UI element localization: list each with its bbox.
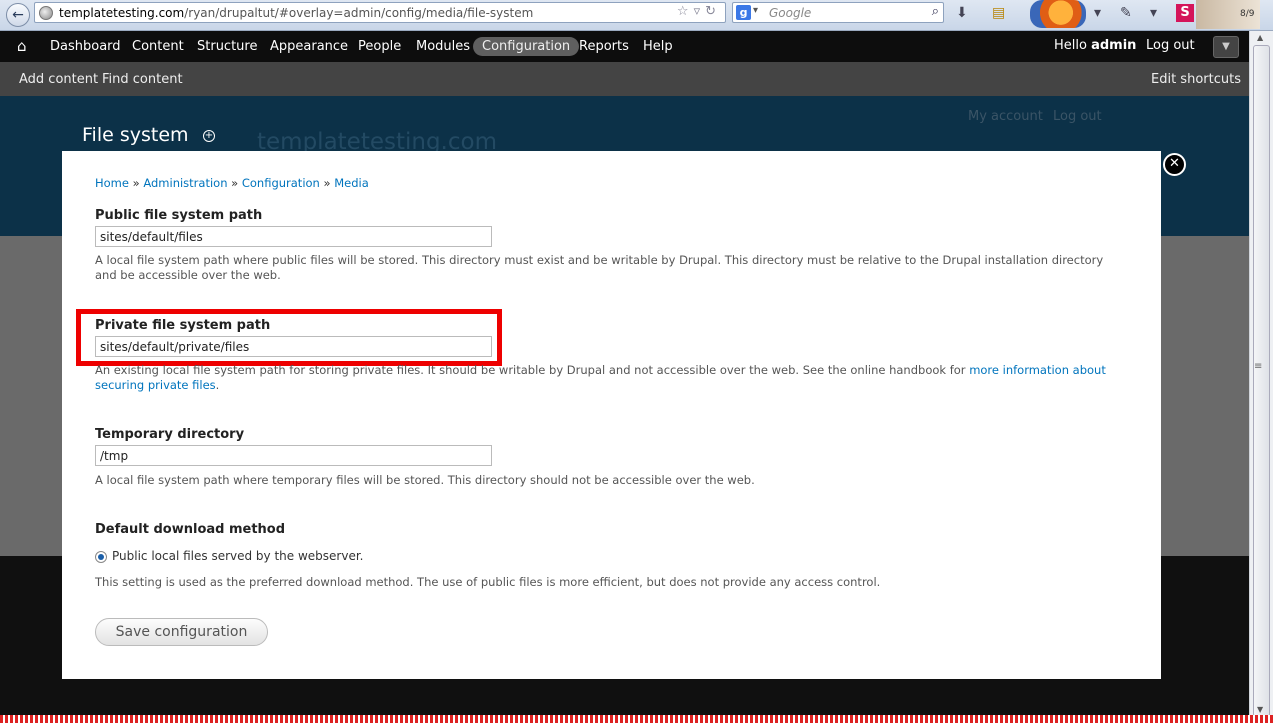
add-content-shortcut[interactable]: Add content — [19, 72, 98, 87]
private-path-label: Private file system path — [95, 318, 271, 333]
back-arrow-icon[interactable]: ← — [6, 3, 30, 27]
extension-count: 8/9 — [1240, 9, 1255, 19]
extension-menu-icon[interactable]: ▾ — [1150, 5, 1157, 21]
site-identity-icon[interactable] — [39, 6, 53, 20]
temporary-directory-label: Temporary directory — [95, 427, 245, 442]
private-path-description: An existing local file system path for s… — [95, 363, 1106, 392]
url-text[interactable]: templatetesting.com/ryan/drupaltut/#over… — [59, 6, 533, 20]
search-input[interactable]: Google — [769, 6, 811, 20]
page-title: File system — [82, 124, 189, 146]
background-my-account-link: My account — [968, 109, 1043, 124]
public-path-input[interactable] — [95, 226, 492, 247]
menu-chevron-icon[interactable]: ▾ — [1094, 5, 1101, 21]
find-content-shortcut[interactable]: Find content — [102, 72, 183, 87]
breadcrumb-media[interactable]: Media — [334, 176, 369, 190]
menu-dashboard[interactable]: Dashboard — [41, 37, 130, 56]
search-bar[interactable]: g ▾ Google ⌕ — [732, 2, 944, 23]
window-bottom-edge — [0, 715, 1273, 723]
address-bar[interactable]: templatetesting.com/ryan/drupaltut/#over… — [34, 2, 726, 23]
menu-people[interactable]: People — [349, 37, 410, 56]
scroll-grip-icon: ≡ — [1254, 361, 1263, 372]
chevron-down-icon[interactable]: ▾ — [753, 5, 758, 16]
extension-badge-icon[interactable]: S — [1176, 4, 1194, 22]
add-shortcut-icon[interactable]: + — [203, 130, 215, 142]
breadcrumb-home[interactable]: Home — [95, 176, 129, 190]
tools-icon[interactable]: ✎ — [1120, 5, 1132, 21]
username-link[interactable]: admin — [1091, 38, 1136, 53]
edit-shortcuts-link[interactable]: Edit shortcuts — [1151, 72, 1241, 87]
breadcrumb: Home » Administration » Configuration » … — [95, 176, 369, 190]
shortcuts-toggle-button[interactable]: ▼ — [1213, 36, 1239, 58]
bookmarks-icon[interactable]: ▤ — [992, 5, 1005, 21]
save-configuration-button[interactable]: Save configuration — [95, 618, 268, 646]
menu-reports[interactable]: Reports — [570, 37, 638, 56]
download-method-description: This setting is used as the preferred do… — [95, 575, 881, 589]
menu-structure[interactable]: Structure — [188, 37, 266, 56]
breadcrumb-configuration[interactable]: Configuration — [242, 176, 320, 190]
close-icon[interactable]: ✕ — [1163, 153, 1186, 176]
temporary-directory-description: A local file system path where temporary… — [95, 473, 755, 487]
admin-toolbar: ⌂ Dashboard Content Structure Appearance… — [0, 31, 1249, 62]
background-logout-link: Log out — [1053, 109, 1102, 124]
public-files-radio[interactable] — [95, 551, 107, 563]
breadcrumb-administration[interactable]: Administration — [143, 176, 227, 190]
temporary-directory-input[interactable] — [95, 445, 492, 466]
menu-help[interactable]: Help — [634, 37, 682, 56]
scroll-down-icon[interactable]: ▼ — [1257, 705, 1263, 714]
menu-configuration[interactable]: Configuration — [473, 37, 580, 56]
download-method-label: Default download method — [95, 522, 286, 537]
public-path-description: A local file system path where public fi… — [95, 253, 1104, 282]
search-engine-icon[interactable]: g — [736, 5, 751, 20]
menu-modules[interactable]: Modules — [407, 37, 479, 56]
download-icon[interactable]: ⬇ — [956, 5, 968, 21]
shortcut-bar: Add content Find content Edit shortcuts — [0, 62, 1249, 96]
menu-content[interactable]: Content — [123, 37, 193, 56]
browser-toolbar: ← templatetesting.com/ryan/drupaltut/#ov… — [0, 0, 1273, 31]
menu-appearance[interactable]: Appearance — [261, 37, 357, 56]
logout-link[interactable]: Log out — [1146, 38, 1195, 53]
scrollbar[interactable]: ▲ ≡ ▼ — [1249, 31, 1273, 717]
public-path-label: Public file system path — [95, 208, 263, 223]
user-greeting: Hello admin — [1054, 38, 1137, 53]
bookmark-star-icon[interactable]: ☆▿↻ — [677, 4, 721, 19]
home-icon[interactable]: ⌂ — [17, 37, 27, 55]
scroll-up-icon[interactable]: ▲ — [1257, 33, 1263, 42]
public-files-radio-label[interactable]: Public local files served by the webserv… — [112, 549, 363, 563]
private-path-input[interactable] — [95, 336, 492, 357]
firefox-logo-icon[interactable] — [1030, 0, 1086, 28]
search-icon[interactable]: ⌕ — [932, 4, 939, 19]
scrollbar-thumb[interactable] — [1253, 45, 1270, 717]
